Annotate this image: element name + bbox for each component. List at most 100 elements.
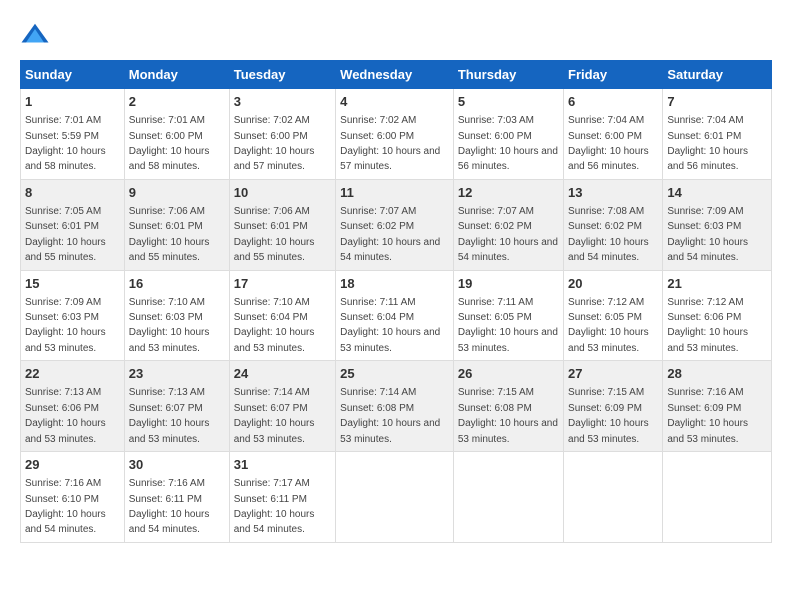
sunset-info: Sunset: 6:09 PM <box>568 403 642 414</box>
calendar-cell: 23Sunrise: 7:13 AMSunset: 6:07 PMDayligh… <box>124 361 229 452</box>
sunrise-info: Sunrise: 7:16 AM <box>25 478 101 489</box>
daylight-info: Daylight: 10 hours and 53 minutes. <box>340 418 440 444</box>
day-number: 22 <box>25 365 120 383</box>
sunrise-info: Sunrise: 7:14 AM <box>234 387 310 398</box>
sunrise-info: Sunrise: 7:06 AM <box>234 206 310 217</box>
calendar-cell: 17Sunrise: 7:10 AMSunset: 6:04 PMDayligh… <box>229 270 335 361</box>
day-number: 5 <box>458 93 559 111</box>
week-row-4: 22Sunrise: 7:13 AMSunset: 6:06 PMDayligh… <box>21 361 772 452</box>
daylight-info: Daylight: 10 hours and 53 minutes. <box>458 418 558 444</box>
calendar-cell: 2Sunrise: 7:01 AMSunset: 6:00 PMDaylight… <box>124 89 229 180</box>
calendar-cell: 10Sunrise: 7:06 AMSunset: 6:01 PMDayligh… <box>229 179 335 270</box>
sunrise-info: Sunrise: 7:16 AM <box>667 387 743 398</box>
page-header <box>20 20 772 50</box>
sunset-info: Sunset: 6:01 PM <box>234 221 308 232</box>
daylight-info: Daylight: 10 hours and 58 minutes. <box>25 146 106 172</box>
calendar-cell: 5 Sunrise: 7:03 AM Sunset: 6:00 PM Daylight… <box>453 89 563 180</box>
calendar-cell: 9Sunrise: 7:06 AMSunset: 6:01 PMDaylight… <box>124 179 229 270</box>
sunrise-info: Sunrise: 7:10 AM <box>234 297 310 308</box>
sunrise-info: Sunrise: 7:01 AM <box>129 115 205 126</box>
sunset-info: Sunset: 6:02 PM <box>340 221 414 232</box>
sunrise-info: Sunrise: 7:03 AM <box>458 115 534 126</box>
sunrise-info: Sunrise: 7:02 AM <box>234 115 310 126</box>
daylight-info: Daylight: 10 hours and 54 minutes. <box>234 509 315 535</box>
sunrise-info: Sunrise: 7:01 AM <box>25 115 101 126</box>
daylight-info: Daylight: 10 hours and 56 minutes. <box>667 146 748 172</box>
sunset-info: Sunset: 6:11 PM <box>234 494 307 505</box>
sunset-info: Sunset: 6:03 PM <box>667 221 741 232</box>
calendar-cell: 27Sunrise: 7:15 AMSunset: 6:09 PMDayligh… <box>564 361 663 452</box>
day-number: 20 <box>568 275 658 293</box>
sunrise-info: Sunrise: 7:10 AM <box>129 297 205 308</box>
calendar-cell <box>453 452 563 543</box>
daylight-info: Daylight: 10 hours and 55 minutes. <box>234 237 315 263</box>
sunset-info: Sunset: 6:04 PM <box>234 312 308 323</box>
daylight-info: Daylight: 10 hours and 53 minutes. <box>340 327 440 353</box>
calendar-cell: 11Sunrise: 7:07 AMSunset: 6:02 PMDayligh… <box>336 179 454 270</box>
day-number: 31 <box>234 456 331 474</box>
calendar-table: SundayMondayTuesdayWednesdayThursdayFrid… <box>20 60 772 543</box>
day-number: 19 <box>458 275 559 293</box>
calendar-cell: 31Sunrise: 7:17 AMSunset: 6:11 PMDayligh… <box>229 452 335 543</box>
calendar-cell: 19Sunrise: 7:11 AMSunset: 6:05 PMDayligh… <box>453 270 563 361</box>
calendar-cell <box>663 452 772 543</box>
sunrise-info: Sunrise: 7:04 AM <box>568 115 644 126</box>
column-header-thursday: Thursday <box>453 61 563 89</box>
sunrise-info: Sunrise: 7:15 AM <box>458 387 534 398</box>
daylight-info: Daylight: 10 hours and 53 minutes. <box>568 327 649 353</box>
calendar-cell: 7Sunrise: 7:04 AMSunset: 6:01 PMDaylight… <box>663 89 772 180</box>
sunrise-info: Sunrise: 7:02 AM <box>340 115 416 126</box>
sunset-info: Sunset: 5:59 PM <box>25 131 99 142</box>
sunset-info: Sunset: 6:02 PM <box>458 221 532 232</box>
sunrise-info: Sunrise: 7:11 AM <box>340 297 415 308</box>
daylight-info: Daylight: 10 hours and 54 minutes. <box>568 237 649 263</box>
sunset-info: Sunset: 6:05 PM <box>458 312 532 323</box>
sunset-info: Sunset: 6:00 PM <box>458 131 532 142</box>
daylight-info: Daylight: 10 hours and 53 minutes. <box>234 418 315 444</box>
calendar-cell: 28Sunrise: 7:16 AMSunset: 6:09 PMDayligh… <box>663 361 772 452</box>
sunrise-info: Sunrise: 7:07 AM <box>340 206 416 217</box>
calendar-header-row: SundayMondayTuesdayWednesdayThursdayFrid… <box>21 61 772 89</box>
day-number: 30 <box>129 456 225 474</box>
daylight-info: Daylight: 10 hours and 54 minutes. <box>25 509 106 535</box>
daylight-info: Daylight: 10 hours and 57 minutes. <box>340 146 440 172</box>
calendar-cell: 22Sunrise: 7:13 AMSunset: 6:06 PMDayligh… <box>21 361 125 452</box>
calendar-cell: 18Sunrise: 7:11 AMSunset: 6:04 PMDayligh… <box>336 270 454 361</box>
sunset-info: Sunset: 6:03 PM <box>25 312 99 323</box>
sunrise-info: Sunrise: 7:13 AM <box>129 387 205 398</box>
daylight-info: Daylight: 10 hours and 58 minutes. <box>129 146 210 172</box>
daylight-info: Daylight: 10 hours and 53 minutes. <box>129 327 210 353</box>
day-number: 15 <box>25 275 120 293</box>
sunset-info: Sunset: 6:07 PM <box>129 403 203 414</box>
column-header-saturday: Saturday <box>663 61 772 89</box>
sunrise-info: Sunrise: 7:05 AM <box>25 206 101 217</box>
calendar-cell: 1Sunrise: 7:01 AMSunset: 5:59 PMDaylight… <box>21 89 125 180</box>
daylight-info: Daylight: 10 hours and 56 minutes. <box>458 146 558 172</box>
calendar-cell: 25Sunrise: 7:14 AMSunset: 6:08 PMDayligh… <box>336 361 454 452</box>
calendar-cell: 13Sunrise: 7:08 AMSunset: 6:02 PMDayligh… <box>564 179 663 270</box>
calendar-cell: 26Sunrise: 7:15 AMSunset: 6:08 PMDayligh… <box>453 361 563 452</box>
sunset-info: Sunset: 6:01 PM <box>129 221 203 232</box>
sunrise-info: Sunrise: 7:12 AM <box>667 297 743 308</box>
day-number: 29 <box>25 456 120 474</box>
day-number: 26 <box>458 365 559 383</box>
calendar-cell: 15Sunrise: 7:09 AMSunset: 6:03 PMDayligh… <box>21 270 125 361</box>
sunset-info: Sunset: 6:00 PM <box>234 131 308 142</box>
sunrise-info: Sunrise: 7:16 AM <box>129 478 205 489</box>
daylight-info: Daylight: 10 hours and 54 minutes. <box>667 237 748 263</box>
week-row-2: 8Sunrise: 7:05 AMSunset: 6:01 PMDaylight… <box>21 179 772 270</box>
sunset-info: Sunset: 6:07 PM <box>234 403 308 414</box>
calendar-cell: 21Sunrise: 7:12 AMSunset: 6:06 PMDayligh… <box>663 270 772 361</box>
daylight-info: Daylight: 10 hours and 53 minutes. <box>25 418 106 444</box>
day-number: 4 <box>340 93 449 111</box>
column-header-tuesday: Tuesday <box>229 61 335 89</box>
column-header-friday: Friday <box>564 61 663 89</box>
day-number: 18 <box>340 275 449 293</box>
daylight-info: Daylight: 10 hours and 53 minutes. <box>25 327 106 353</box>
day-number: 23 <box>129 365 225 383</box>
sunrise-info: Sunrise: 7:13 AM <box>25 387 101 398</box>
daylight-info: Daylight: 10 hours and 57 minutes. <box>234 146 315 172</box>
daylight-info: Daylight: 10 hours and 53 minutes. <box>234 327 315 353</box>
logo-icon <box>20 20 50 50</box>
week-row-5: 29Sunrise: 7:16 AMSunset: 6:10 PMDayligh… <box>21 452 772 543</box>
